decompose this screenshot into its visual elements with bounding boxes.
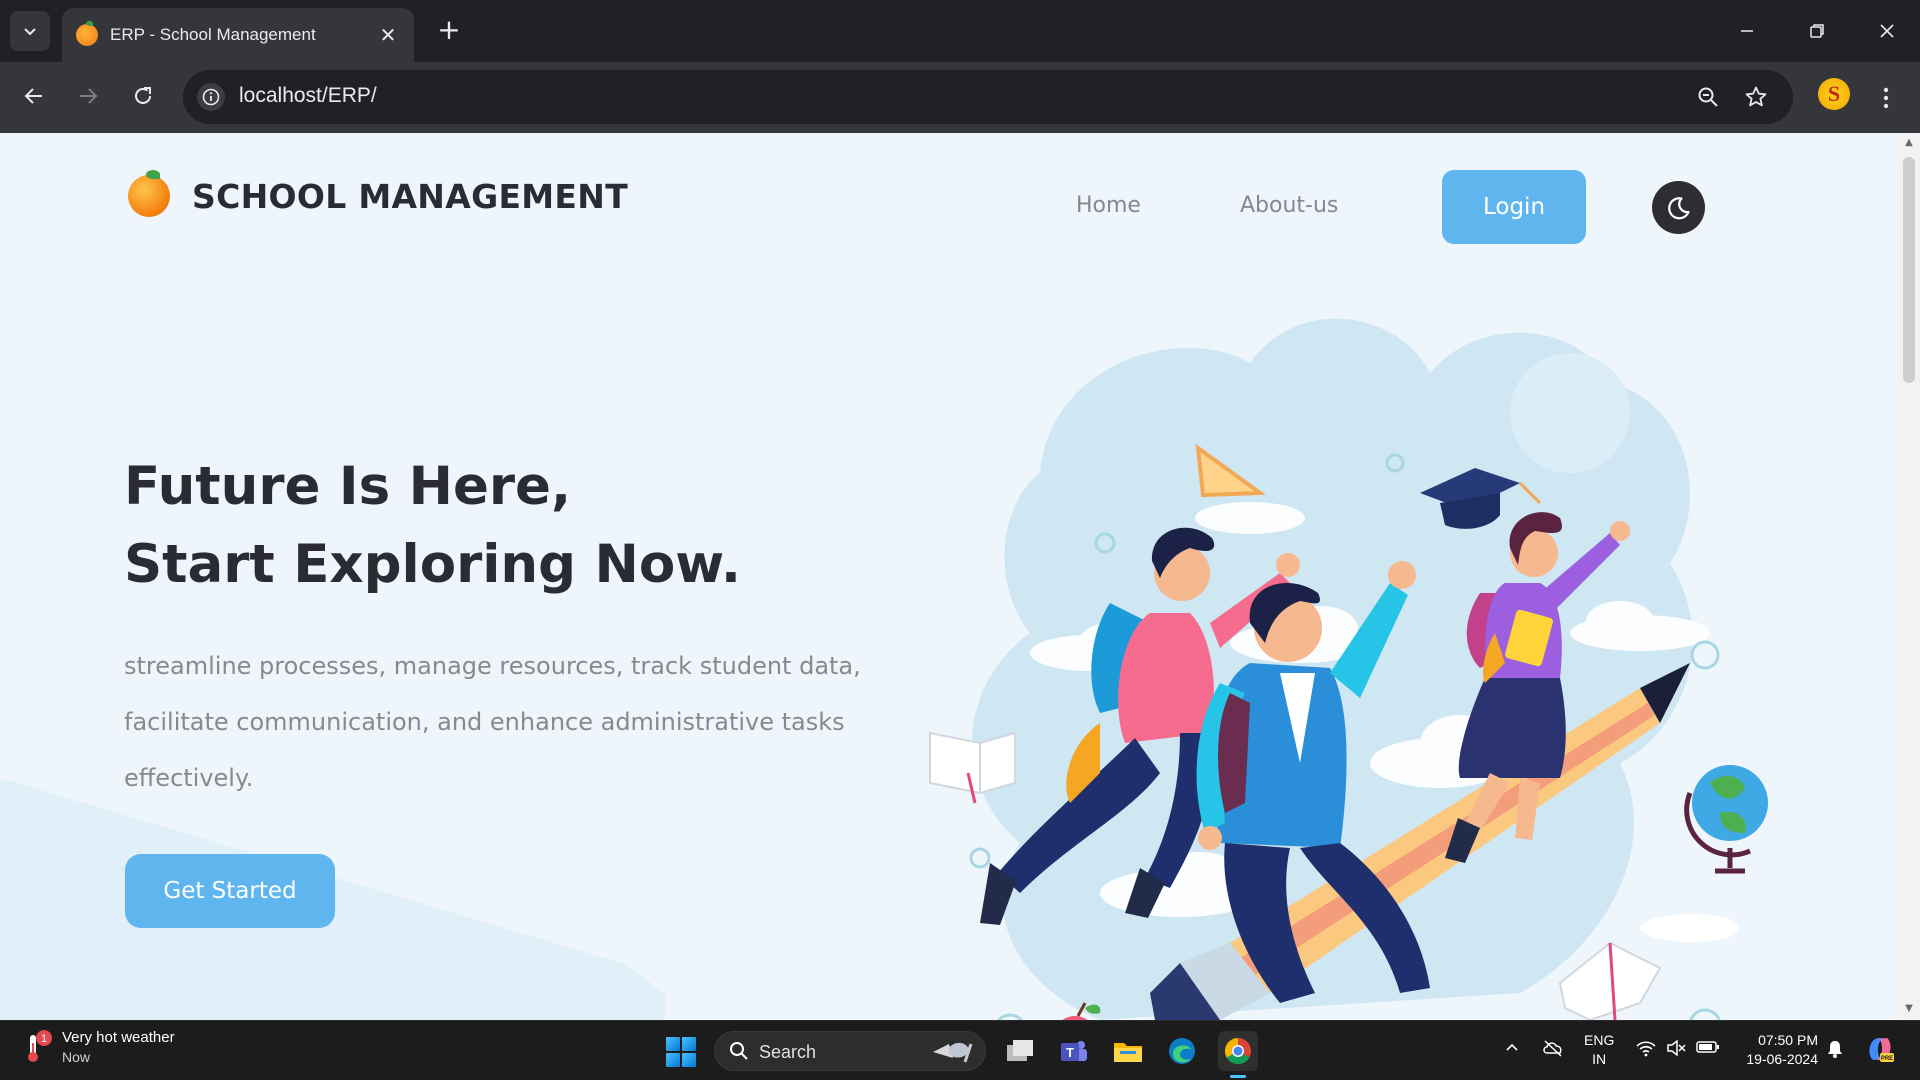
forward-button[interactable] bbox=[68, 76, 108, 116]
orange-favicon-icon bbox=[76, 21, 98, 46]
profile-avatar[interactable]: S bbox=[1818, 78, 1850, 110]
scroll-down-arrow-icon[interactable]: ▼ bbox=[1903, 1003, 1915, 1015]
browser-toolbar: localhost/ERP/ S bbox=[0, 62, 1920, 133]
onedrive-offline-icon[interactable] bbox=[1542, 1039, 1564, 1057]
back-button[interactable] bbox=[14, 76, 54, 116]
minimize-button[interactable] bbox=[1724, 12, 1770, 50]
tab-search-button[interactable] bbox=[10, 11, 50, 51]
info-icon[interactable] bbox=[197, 83, 225, 111]
hero-title-line-2: Start Exploring Now. bbox=[124, 534, 742, 595]
search-highlight-icon bbox=[933, 1042, 973, 1063]
chevron-up-icon[interactable] bbox=[1504, 1039, 1520, 1055]
url-text[interactable]: localhost/ERP/ bbox=[239, 84, 377, 108]
search-icon bbox=[730, 1042, 748, 1060]
hero-title: Future Is Here, Start Exploring Now. bbox=[124, 448, 741, 604]
svg-text:T: T bbox=[1066, 1045, 1074, 1060]
login-button[interactable]: Login bbox=[1442, 170, 1586, 244]
hero-illustration bbox=[929, 318, 1768, 1020]
browser-tab-bar: ERP - School Management ✕ + bbox=[0, 0, 1920, 62]
browser-tab-active[interactable]: ERP - School Management ✕ bbox=[62, 8, 414, 62]
search-label: Search bbox=[759, 1042, 817, 1062]
orange-logo-icon bbox=[128, 170, 170, 217]
weather-title: Very hot weather bbox=[62, 1029, 175, 1046]
scroll-up-arrow-icon[interactable]: ▲ bbox=[1903, 137, 1915, 149]
minimize-icon bbox=[1741, 30, 1753, 32]
battery-icon[interactable] bbox=[1696, 1039, 1720, 1055]
chrome-icon[interactable] bbox=[1218, 1031, 1258, 1071]
clock-time: 07:50 PM bbox=[1758, 1032, 1818, 1048]
nav-about-link[interactable]: About-us bbox=[1240, 193, 1338, 218]
brand[interactable]: SCHOOL MANAGEMENT bbox=[128, 170, 629, 217]
page-viewport: SCHOOL MANAGEMENT Home About-us Login Fu… bbox=[0, 133, 1898, 1020]
task-view-icon[interactable] bbox=[1000, 1031, 1040, 1071]
globe-icon bbox=[1684, 765, 1768, 874]
weather-subtitle: Now bbox=[62, 1049, 91, 1065]
system-clock[interactable]: 07:50 PM 19-06-2024 bbox=[1736, 1031, 1818, 1069]
teams-icon[interactable]: T bbox=[1054, 1031, 1094, 1071]
chevron-down-icon bbox=[24, 28, 36, 36]
tab-close-icon[interactable]: ✕ bbox=[376, 23, 400, 47]
tab-title: ERP - School Management bbox=[110, 25, 316, 44]
taskbar-search[interactable]: Search bbox=[714, 1031, 986, 1071]
svg-text:PRE: PRE bbox=[1881, 1056, 1893, 1062]
reload-button[interactable] bbox=[123, 76, 163, 116]
arrow-left-icon bbox=[24, 88, 42, 104]
language-region: IN bbox=[1592, 1051, 1607, 1067]
windows-taskbar: 1 Very hot weather Now Search T ENG IN 0… bbox=[0, 1020, 1920, 1080]
thermometer-icon: 1 bbox=[24, 1029, 52, 1065]
windows-start-icon[interactable] bbox=[666, 1037, 696, 1067]
copilot-icon[interactable]: PRE bbox=[1864, 1033, 1896, 1065]
moon-icon bbox=[1667, 196, 1690, 219]
file-explorer-icon[interactable] bbox=[1108, 1031, 1148, 1071]
hero-title-line-1: Future Is Here, bbox=[124, 456, 572, 517]
edge-icon[interactable] bbox=[1162, 1031, 1202, 1071]
bookmark-star-icon[interactable] bbox=[1741, 82, 1771, 112]
active-app-indicator bbox=[1230, 1075, 1246, 1078]
new-tab-button[interactable]: + bbox=[432, 14, 466, 48]
restore-button[interactable] bbox=[1794, 12, 1840, 50]
arrow-right-icon bbox=[80, 88, 98, 104]
notification-bell-icon[interactable] bbox=[1826, 1039, 1844, 1059]
clock-date: 19-06-2024 bbox=[1746, 1051, 1818, 1067]
book-right-icon bbox=[1558, 941, 1662, 1020]
restore-icon bbox=[1810, 24, 1824, 38]
reload-icon bbox=[135, 87, 151, 104]
dark-mode-toggle[interactable] bbox=[1652, 181, 1705, 234]
scroll-thumb[interactable] bbox=[1903, 157, 1915, 383]
wifi-icon[interactable] bbox=[1636, 1039, 1656, 1057]
nav-home-link[interactable]: Home bbox=[1076, 193, 1141, 218]
close-window-button[interactable] bbox=[1864, 12, 1910, 50]
get-started-button[interactable]: Get Started bbox=[125, 854, 335, 928]
page-scrollbar[interactable]: ▲ ▼ bbox=[1898, 133, 1920, 1020]
address-bar[interactable]: localhost/ERP/ bbox=[183, 70, 1793, 124]
close-icon bbox=[1880, 24, 1894, 38]
weather-widget[interactable]: 1 Very hot weather Now bbox=[24, 1029, 175, 1065]
brand-name: SCHOOL MANAGEMENT bbox=[192, 176, 629, 216]
volume-muted-icon[interactable] bbox=[1666, 1039, 1686, 1057]
zoom-icon[interactable] bbox=[1693, 82, 1723, 112]
more-menu-icon[interactable] bbox=[1872, 80, 1900, 116]
weather-badge: 1 bbox=[41, 1033, 47, 1045]
language-indicator[interactable]: ENG IN bbox=[1584, 1031, 1614, 1069]
language-code: ENG bbox=[1584, 1032, 1615, 1048]
hero-description: streamline processes, manage resources, … bbox=[124, 652, 861, 792]
